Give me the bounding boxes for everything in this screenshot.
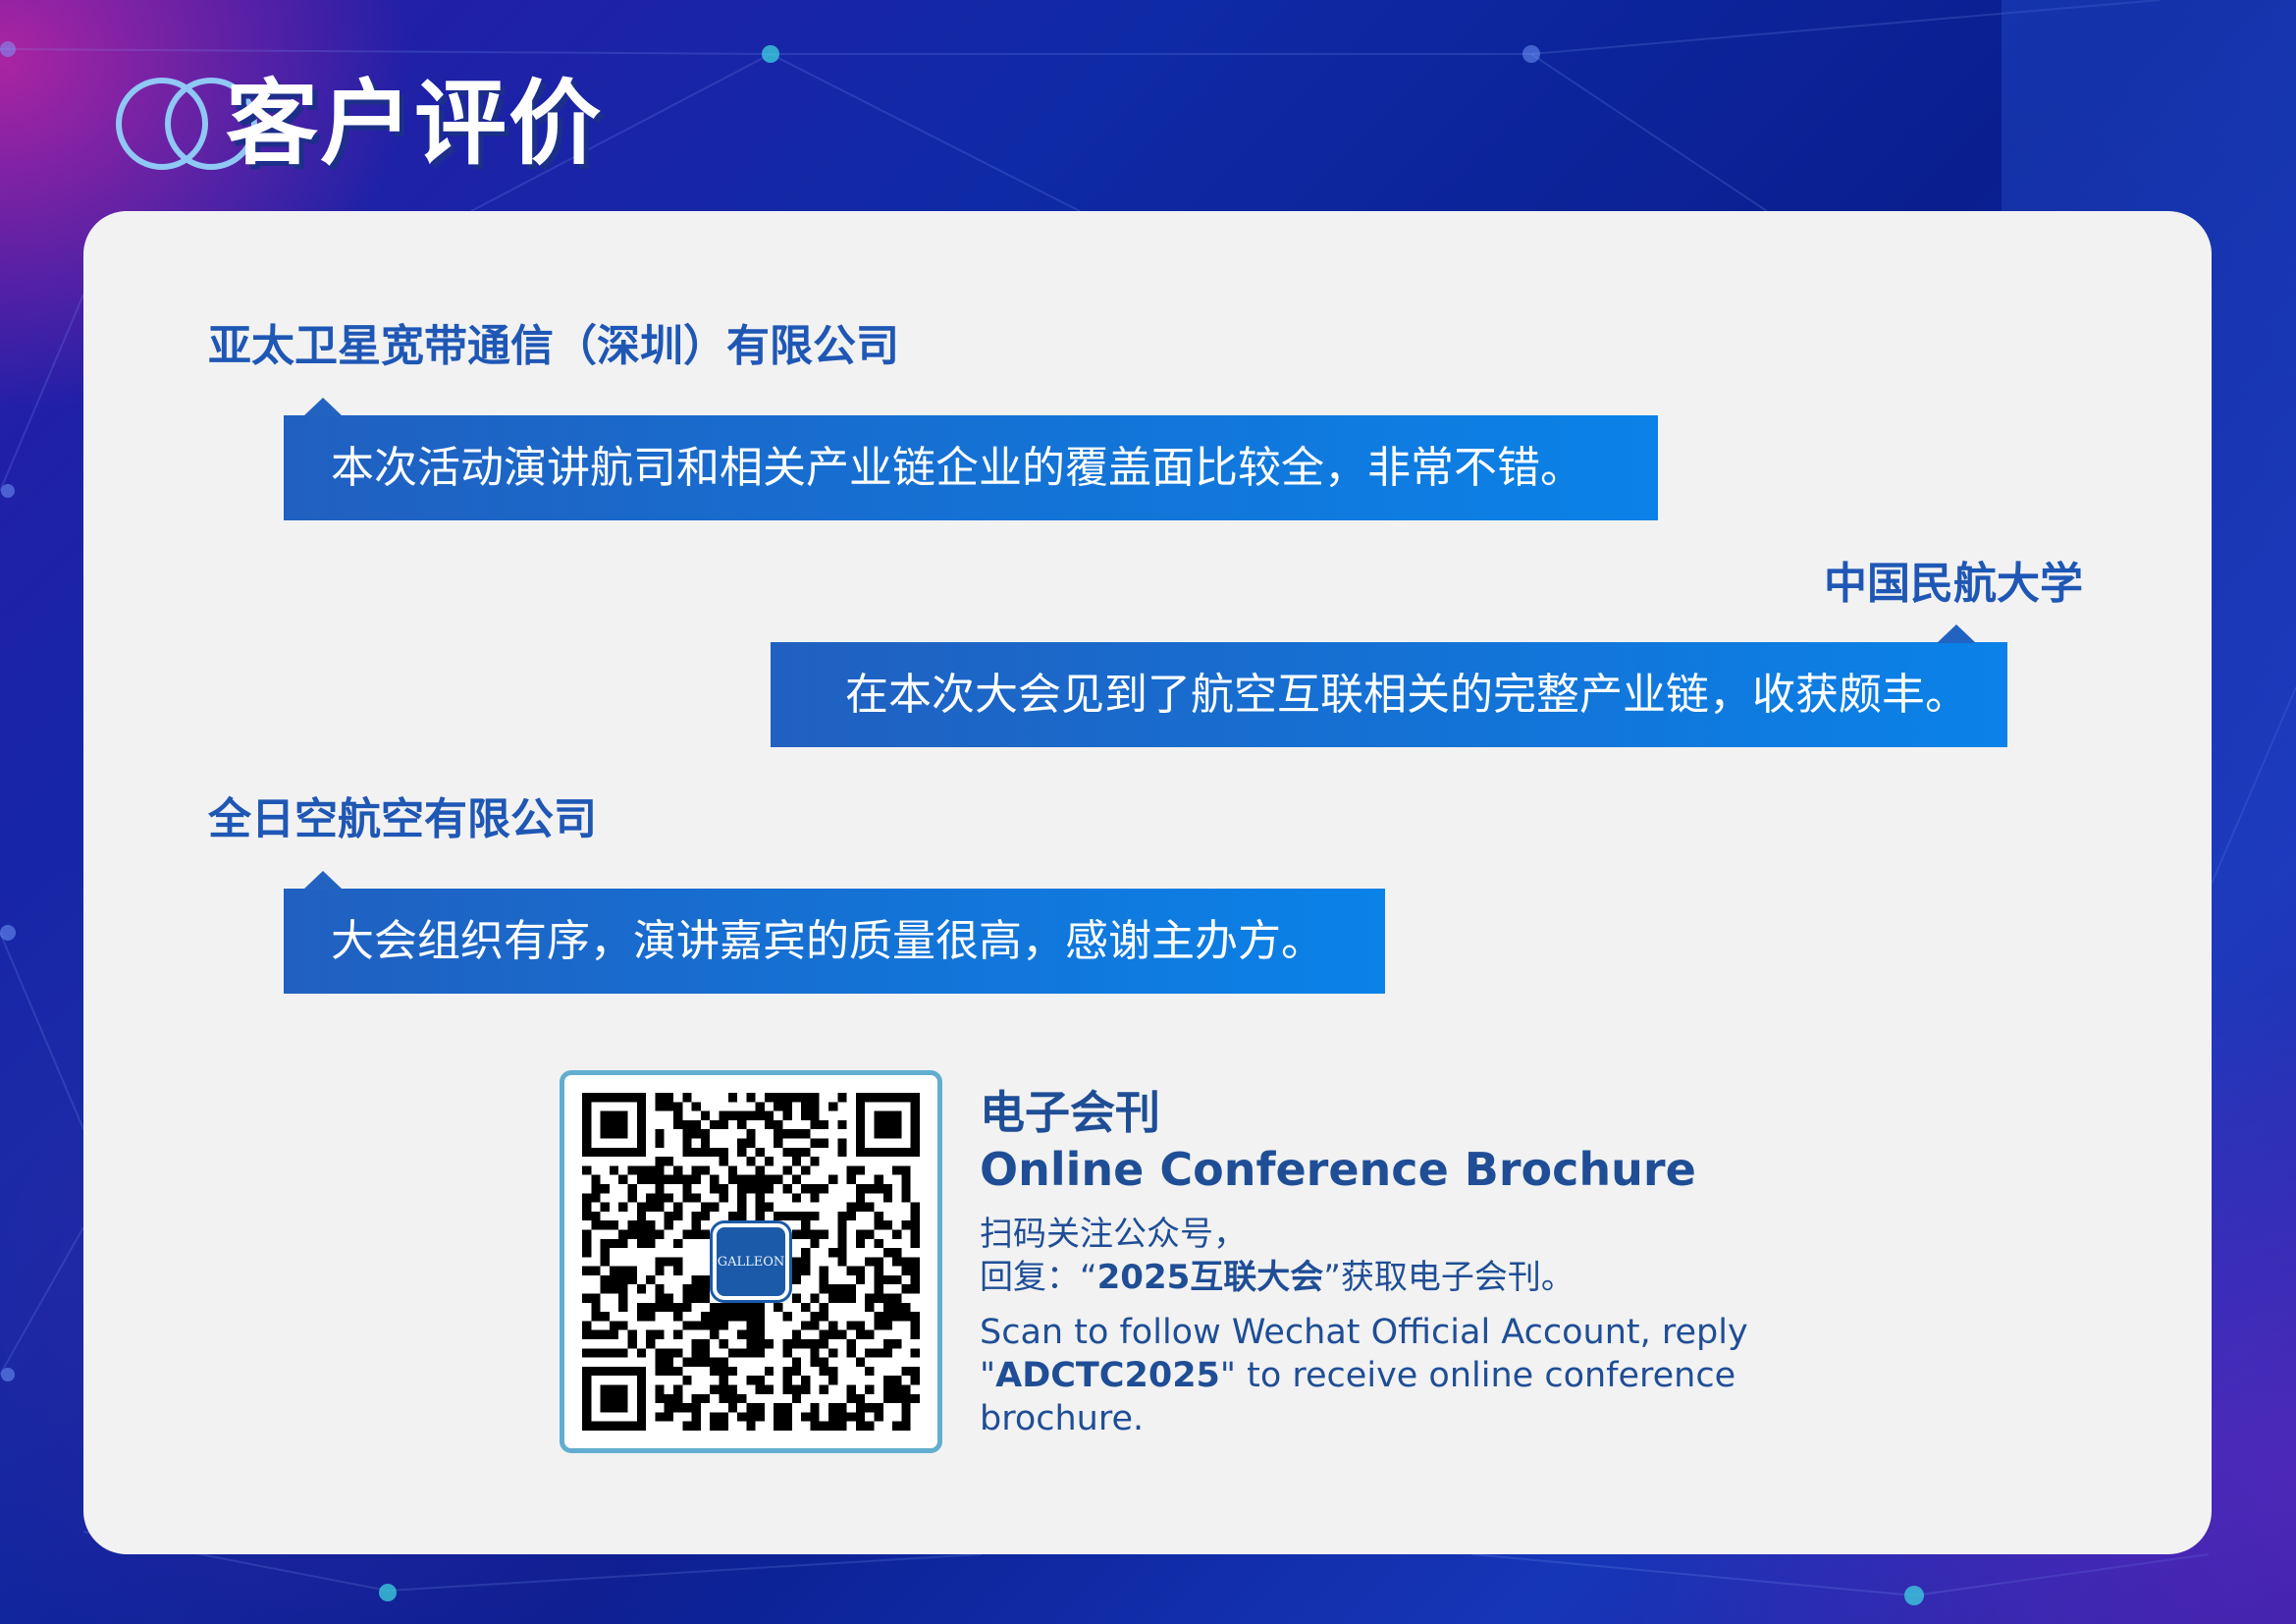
testimonial-quote-3: 大会组织有序，演讲嘉宾的质量很高，感谢主办方。 — [331, 916, 1324, 966]
brochure-en-title: Online Conference Brochure — [980, 1143, 1696, 1196]
testimonials-card: 亚太卫星宽带通信（深圳）有限公司 本次活动演讲航司和相关产业链企业的覆盖面比较全… — [83, 211, 2212, 1554]
bubble-notch — [303, 398, 343, 416]
brochure-cn-instructions: 扫码关注公众号， 回复：“2025互联大会”获取电子会刊。 — [980, 1213, 1863, 1299]
testimonial-bubble-1: 本次活动演讲航司和相关产业链企业的覆盖面比较全，非常不错。 — [284, 398, 1658, 520]
testimonial-bubble-3: 大会组织有序，演讲嘉宾的质量很高，感谢主办方。 — [284, 871, 1385, 994]
cn-line2-suffix: ”获取电子会刊。 — [1323, 1258, 1575, 1297]
brochure-cn-title: 电子会刊 — [980, 1086, 1160, 1139]
cn-keyword: 2025互联大会 — [1096, 1258, 1324, 1297]
qr-code[interactable]: GALLEON — [560, 1070, 942, 1453]
testimonial-company-1: 亚太卫星宽带通信（深圳）有限公司 — [208, 321, 899, 371]
bubble-notch — [1937, 624, 1976, 643]
page-header: 客户评价 — [113, 61, 702, 179]
bubble-notch — [303, 871, 343, 890]
brochure-en-instructions: Scan to follow Wechat Official Account, … — [980, 1311, 1765, 1440]
cn-line2-prefix: 回复：“ — [980, 1258, 1097, 1297]
testimonial-bubble-2: 在本次大会见到了航空互联相关的完整产业链，收获颇丰。 — [771, 624, 2007, 747]
brochure-info: 电子会刊 Online Conference Brochure 扫码关注公众号，… — [980, 1085, 1863, 1440]
testimonial-quote-2: 在本次大会见到了航空互联相关的完整产业链，收获颇丰。 — [845, 670, 1968, 720]
testimonial-company-2: 中国民航大学 — [1824, 559, 2083, 609]
en-keyword: ADCTC2025 — [995, 1356, 1220, 1395]
testimonial-quote-1: 本次活动演讲航司和相关产业链企业的覆盖面比较全，非常不错。 — [331, 443, 1583, 493]
brochure-cn-line2: 回复：“2025互联大会”获取电子会刊。 — [980, 1256, 1863, 1299]
qr-logo: GALLEON — [713, 1223, 789, 1300]
page-title: 客户评价 — [226, 71, 604, 178]
brochure-cn-line1: 扫码关注公众号， — [980, 1215, 1247, 1254]
testimonial-company-3: 全日空航空有限公司 — [208, 794, 597, 844]
